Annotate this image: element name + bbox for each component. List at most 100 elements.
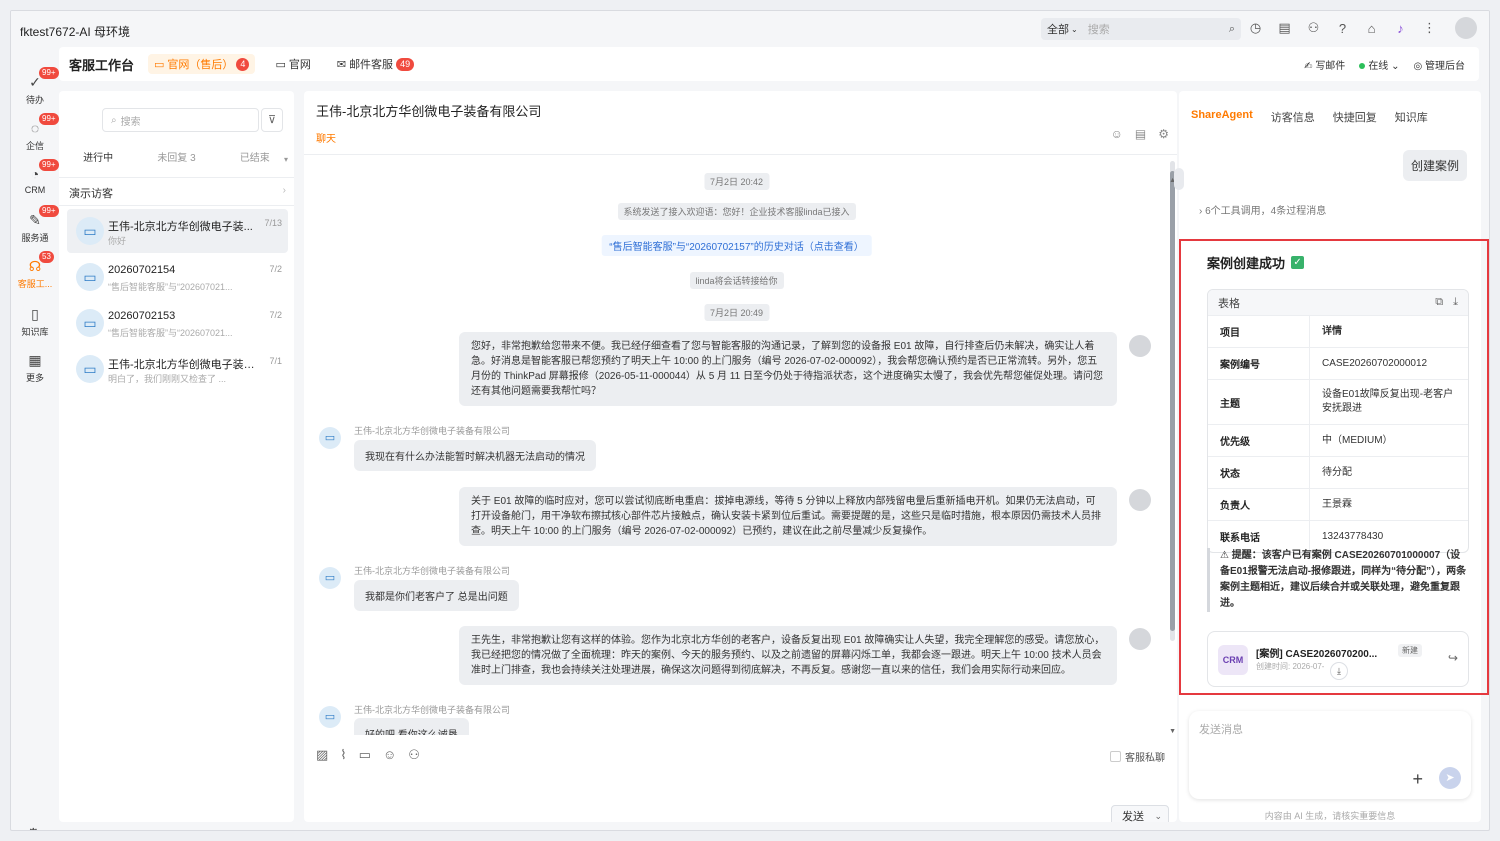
nav-item-crm[interactable]: ◔ 99+ CRM xyxy=(11,159,59,205)
tab-email-service[interactable]: ✉ 邮件客服 49 xyxy=(331,54,420,74)
tab-website-aftersales[interactable]: ▭ 官网（售后） 4 xyxy=(148,54,256,74)
avatar[interactable] xyxy=(1455,17,1477,39)
nav-item-todo[interactable]: ✓ 99+ 待办 xyxy=(11,67,59,113)
settings-icon[interactable]: ⚙ xyxy=(1158,127,1169,141)
status-label: 在线 xyxy=(1368,60,1389,72)
nav-badge: 99+ xyxy=(39,159,59,171)
tab-shareagent[interactable]: ShareAgent xyxy=(1191,109,1253,125)
table-row: 项目 详情 xyxy=(1208,315,1468,347)
admin-button[interactable]: ◎ 管理后台 xyxy=(1413,57,1465,72)
plus-icon[interactable]: + xyxy=(1412,769,1423,790)
history-link[interactable]: “售后智能客服”与“20260702157”的历史对话（点击查看） xyxy=(601,235,872,256)
tab-website[interactable]: ▭ 官网 xyxy=(269,54,316,74)
crm-case-card[interactable]: CRM [案例] CASE2026070200... 新建 创建时间: 2026… xyxy=(1207,631,1469,687)
conversation-search[interactable]: ⌕ 搜索 xyxy=(102,108,259,132)
left-nav: ✓ 99+ 待办 ◌ 99+ 企信 ◔ 99+ CRM ✎ 99+ 服务通 ☊ … xyxy=(11,47,59,830)
tab-visitor-info[interactable]: 访客信息 xyxy=(1271,109,1315,125)
top-bar: fktest7672-AI 母环境 全部 ⌄ 搜索 ⌕ ◷ ▤ ⚇ ? ⌂ ♪ … xyxy=(11,11,1489,47)
download-icon[interactable]: ⤓ xyxy=(1330,662,1348,680)
timestamp: 7月2日 20:49 xyxy=(703,304,770,321)
contacts-icon[interactable]: ⚇ xyxy=(1304,19,1323,38)
group-label[interactable]: 演示访客 xyxy=(69,185,113,201)
case-success-title: 案例创建成功 ✓ xyxy=(1207,253,1305,272)
search-input[interactable]: 搜索 xyxy=(1088,21,1229,37)
global-search[interactable]: 全部 ⌄ 搜索 ⌕ xyxy=(1041,18,1241,40)
panel-collapse-handle[interactable] xyxy=(1174,168,1184,190)
conversation-preview: “售后智能客服”与“202607021... xyxy=(108,282,233,292)
tab-ended[interactable]: 已结束 xyxy=(216,147,294,171)
agent-message: 王先生，非常抱歉让您有这样的体验。您作为北京北方华创的老客户，设备反复出现 E0… xyxy=(459,626,1117,685)
help-icon[interactable]: ? xyxy=(1333,19,1352,38)
scope-select[interactable]: 全部 xyxy=(1047,21,1069,37)
chevron-down-icon[interactable]: ⌄ xyxy=(1154,811,1162,822)
system-message: 系统发送了接入欢迎语：您好！企业技术客服linda已接入 xyxy=(617,203,856,220)
tab-quick-reply[interactable]: 快捷回复 xyxy=(1333,109,1377,125)
note-icon[interactable]: ▤ xyxy=(1135,127,1146,141)
search-icon: ⌕ xyxy=(111,114,117,126)
table-header-bar: 表格 ⧉ ⤓ xyxy=(1208,290,1468,315)
private-chat-toggle[interactable]: 客服私聊 xyxy=(1110,749,1165,764)
nav-item-more[interactable]: ▦ 更多 xyxy=(11,347,59,391)
agent-avatar xyxy=(1129,489,1151,511)
tab-knowledge-base[interactable]: 知识库 xyxy=(1395,109,1428,125)
search-icon[interactable]: ⌕ xyxy=(1229,23,1235,36)
settings-icon[interactable]: ⚙ xyxy=(27,825,40,830)
create-case-message: 创建案例 xyxy=(1402,150,1467,181)
tab-label: 官网 xyxy=(288,59,311,71)
nav-item-knowledge[interactable]: ▯ 知识库 xyxy=(11,301,59,345)
nav-item-service[interactable]: ✎ 99+ 服务通 xyxy=(11,205,59,251)
chat-subtitle[interactable]: 聊天 xyxy=(316,130,336,145)
scrollbar[interactable] xyxy=(1170,161,1175,641)
send-button[interactable]: 发送 ⌄ xyxy=(1111,805,1169,822)
folder-icon[interactable]: ▭ xyxy=(359,747,371,763)
clock-icon[interactable]: ◷ xyxy=(1246,19,1265,38)
send-icon[interactable]: ➤ xyxy=(1439,767,1461,789)
nav-badge: 53 xyxy=(39,251,54,263)
write-mail-button[interactable]: ✍ 写邮件 xyxy=(1304,57,1345,72)
conversation-date: 7/2 xyxy=(269,310,282,320)
nav-item-customer-service[interactable]: ☊ 53 客服工... xyxy=(11,251,59,297)
conversation-list: ⌕ 搜索 ⊽ 进行中 未回复 3 已结束 ▾ 演示访客 › ▭ 王伟-北京北方华… xyxy=(59,91,294,822)
scroll-down-icon[interactable]: ▼ xyxy=(1169,728,1176,735)
table-cell: 案例编号 xyxy=(1208,348,1310,379)
tab-unreplied[interactable]: 未回复 3 xyxy=(137,147,215,171)
nav-item-messenger[interactable]: ◌ 99+ 企信 xyxy=(11,113,59,159)
chat-tools: ☺ ▤ ⚙ xyxy=(1111,127,1169,141)
tab-label: 官网（售后） xyxy=(167,59,234,71)
scrollbar-thumb[interactable] xyxy=(1170,171,1175,631)
conversation-item[interactable]: ▭ 20260702154 7/2 “售后智能客服”与“202607021... xyxy=(67,255,288,299)
copy-icon[interactable]: ⧉ xyxy=(1435,296,1443,309)
book-icon: ▯ xyxy=(31,306,39,322)
conversation-item[interactable]: ▭ 王伟-北京北方华创微电子装... 7/13 你好 xyxy=(67,209,288,253)
conversation-item[interactable]: ▭ 20260702153 7/2 “售后智能客服”与“202607021... xyxy=(67,301,288,345)
share-icon[interactable]: ↪ xyxy=(1448,651,1458,665)
conversation-item[interactable]: ▭ 王伟-北京北方华创微电子装备... 7/1 明白了，我们刚刚又检查了 ... xyxy=(67,347,288,391)
private-chat-label: 客服私聊 xyxy=(1125,753,1165,764)
message-list[interactable]: 7月2日 20:42 系统发送了接入欢迎语：您好！企业技术客服linda已接入 … xyxy=(304,155,1169,735)
table-cell: 优先级 xyxy=(1208,425,1310,456)
table-cell: 项目 xyxy=(1208,316,1310,347)
online-dot-icon xyxy=(1359,62,1366,69)
conversation-preview: 你好 xyxy=(108,236,127,246)
microphone-icon[interactable]: ♪ xyxy=(1391,19,1410,38)
inbox-icon[interactable]: ▤ xyxy=(1275,19,1294,38)
message-input[interactable]: 发送消息 xyxy=(1199,721,1243,737)
emoji-icon[interactable]: ☺ xyxy=(1111,127,1123,141)
table-row: 状态 待分配 xyxy=(1208,456,1468,488)
filter-button[interactable]: ⊽ xyxy=(261,108,283,132)
tool-call-summary[interactable]: › 6个工具调用，4条过程消息 xyxy=(1199,202,1326,217)
emoji-icon[interactable]: ☺ xyxy=(383,747,396,763)
assistant-input[interactable]: 发送消息 + ➤ xyxy=(1189,711,1471,799)
status-select[interactable]: 在线 ⌄ xyxy=(1359,57,1399,72)
admin-icon: ◎ xyxy=(1413,60,1423,72)
checkbox[interactable] xyxy=(1110,751,1121,762)
tab-in-progress[interactable]: 进行中 xyxy=(59,147,137,171)
user-transfer-icon[interactable]: ⚇ xyxy=(408,747,420,763)
chevron-right-icon[interactable]: › xyxy=(283,185,286,196)
bag-icon[interactable]: ⌂ xyxy=(1362,19,1381,38)
attachment-icon[interactable]: ⌇ xyxy=(340,747,346,763)
image-icon[interactable]: ▨ xyxy=(316,747,328,763)
download-icon[interactable]: ⤓ xyxy=(1453,296,1458,309)
caret-down-icon[interactable]: ▾ xyxy=(284,155,288,164)
more-icon[interactable]: ⋮ xyxy=(1420,19,1439,38)
